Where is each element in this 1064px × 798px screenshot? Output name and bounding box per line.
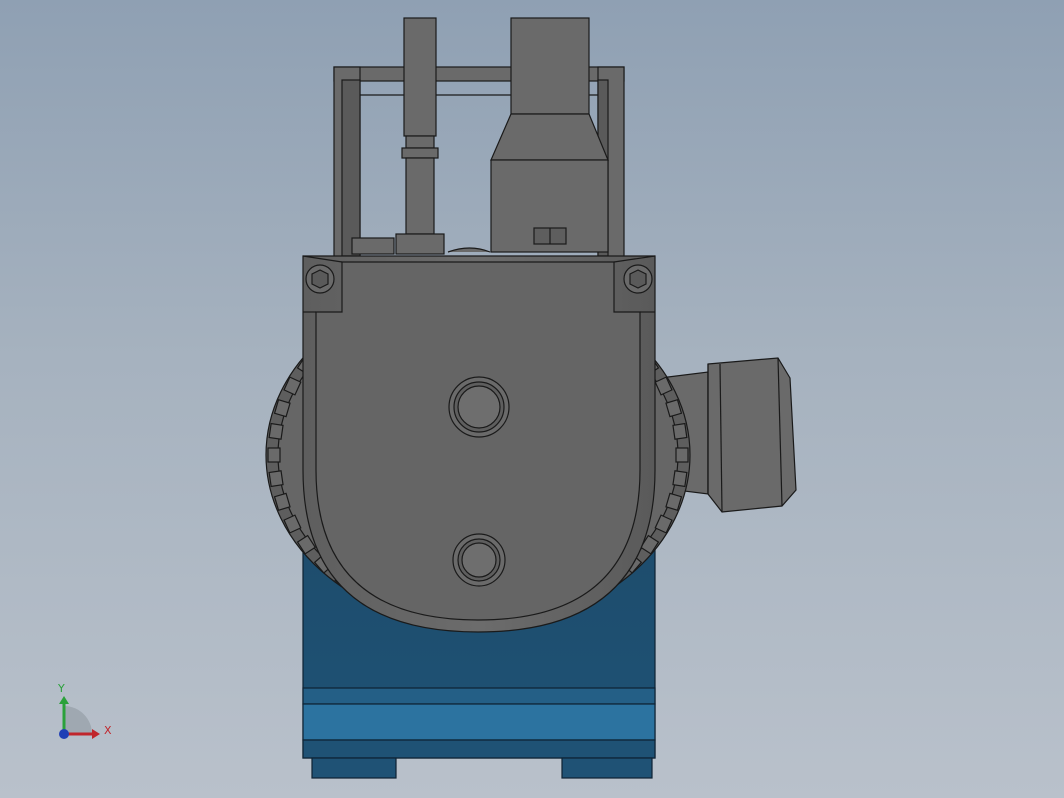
oil-drain-plug bbox=[452, 533, 506, 587]
cad-viewport[interactable]: X Y bbox=[0, 0, 1064, 798]
corner-bolt-right bbox=[623, 264, 653, 294]
ballast-valve bbox=[351, 17, 445, 255]
rotor-tooth bbox=[268, 422, 284, 440]
oil-fill-plug bbox=[448, 376, 510, 438]
y-axis-label: Y bbox=[57, 682, 65, 695]
z-axis-dot bbox=[59, 729, 69, 739]
exhaust-port bbox=[447, 17, 609, 253]
corner-bolt-left bbox=[305, 264, 335, 294]
rotor-tooth bbox=[672, 422, 688, 440]
x-axis-label: X bbox=[104, 724, 112, 737]
rotor-tooth bbox=[672, 470, 688, 488]
model-canvas: X Y bbox=[57, 17, 797, 779]
rotor-tooth bbox=[268, 470, 284, 488]
rotor-tooth bbox=[267, 447, 281, 463]
axis-triad: X Y bbox=[57, 682, 112, 739]
rotor-tooth bbox=[675, 447, 689, 463]
